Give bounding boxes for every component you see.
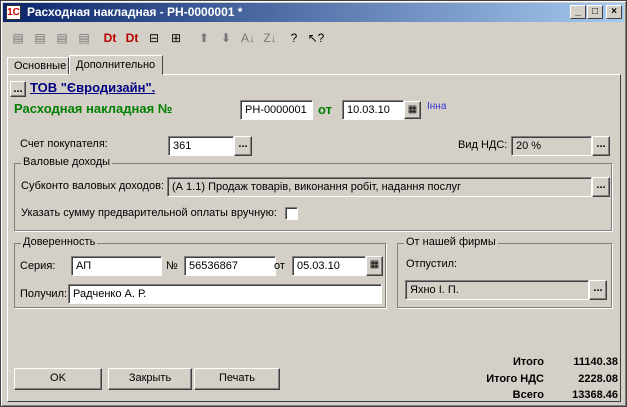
calendar-icon[interactable]: ▦ — [404, 101, 421, 119]
received-label: Получил: — [20, 288, 68, 300]
new-row-icon[interactable]: ▤ — [9, 29, 27, 47]
org-select-button[interactable]: ... — [10, 81, 26, 97]
sum-value: 13368.46 — [572, 389, 618, 401]
attorney-group: Доверенность Серия: АП № 56536867 от 05.… — [14, 236, 386, 308]
sum-label: Всего — [512, 389, 544, 401]
tab-main[interactable]: Основные — [7, 57, 69, 75]
prepay-label: Указать сумму предварительной оплаты вру… — [21, 207, 277, 219]
delete-row-icon[interactable]: ▤ — [53, 29, 71, 47]
sort-asc-icon[interactable]: A↓ — [239, 29, 257, 47]
attorney-date-label: от — [274, 260, 285, 272]
move-down-icon[interactable]: ⬇ — [217, 29, 235, 47]
document-title: Расходная накладная № — [14, 101, 173, 116]
account-label: Счет покупателя: — [20, 138, 108, 150]
released-field[interactable]: Яхно І. П. — [405, 280, 589, 300]
edit-row-icon[interactable]: ▤ — [75, 29, 93, 47]
gross-income-title: Валовые доходы — [21, 156, 113, 168]
vat-total-label: Итого НДС — [486, 373, 544, 385]
subconto-field[interactable]: (А 1.1) Продаж товарів, виконання робіт,… — [167, 177, 592, 197]
maximize-button[interactable]: □ — [587, 5, 603, 19]
split-icon[interactable]: ⊞ — [167, 29, 185, 47]
subconto-select-button[interactable]: ... — [592, 177, 610, 197]
ok-button[interactable]: OK — [14, 368, 102, 390]
account-field[interactable]: 361 — [168, 136, 234, 156]
attorney-calendar-icon[interactable]: ▦ — [366, 256, 383, 276]
from-company-group: От нашей фирмы Отпустил: Яхно І. П. ... — [397, 236, 612, 308]
tab-extra[interactable]: Дополнительно — [69, 55, 163, 75]
account-select-button[interactable]: ... — [234, 136, 252, 156]
move-up-icon[interactable]: ⬆ — [195, 29, 213, 47]
number-label: № — [166, 260, 178, 272]
released-label: Отпустил: — [406, 258, 458, 270]
window-title: Расходная накладная - РН-0000001 * — [27, 5, 243, 19]
tab-panel: ... ТОВ "Євродизайн". Расходная накладна… — [7, 74, 621, 402]
doc-date-field[interactable]: 10.03.10 — [342, 100, 404, 120]
organization-link[interactable]: ТОВ "Євродизайн". — [30, 80, 155, 95]
title-bar[interactable]: 1С Расходная накладная - РН-0000001 * _ … — [3, 3, 624, 22]
copy-row-icon[interactable]: ▤ — [31, 29, 49, 47]
from-company-title: От нашей фирмы — [404, 236, 498, 248]
author-label: Інна — [427, 101, 447, 112]
series-label: Серия: — [20, 260, 56, 272]
vat-label: Вид НДС: — [458, 139, 508, 151]
sort-desc-icon[interactable]: Z↓ — [261, 29, 279, 47]
gross-income-group: Валовые доходы Субконто валовых доходов:… — [14, 156, 612, 231]
close-window-button[interactable]: × — [606, 5, 622, 19]
dt-kt-movements-icon[interactable]: Dt — [123, 29, 141, 47]
vat-select-button[interactable]: ... — [592, 136, 610, 156]
print-button[interactable]: Печать — [194, 368, 280, 390]
context-help-icon[interactable]: ↖? — [307, 29, 325, 47]
series-field[interactable]: АП — [71, 256, 162, 276]
attorney-date-field[interactable]: 05.03.10 — [292, 256, 366, 276]
attorney-title: Доверенность — [21, 236, 98, 248]
minimize-button[interactable]: _ — [570, 5, 586, 19]
received-field[interactable]: Радченко А. Р. — [68, 284, 382, 304]
document-window: 1С Расходная накладная - РН-0000001 * _ … — [0, 0, 627, 407]
register-icon[interactable]: ⊟ — [145, 29, 163, 47]
vat-total-value: 2228.08 — [578, 373, 618, 385]
app-icon: 1С — [6, 5, 21, 20]
dt-kt-icon[interactable]: Dt — [101, 29, 119, 47]
subconto-label: Субконто валовых доходов: — [21, 180, 164, 192]
help-icon[interactable]: ? — [285, 29, 303, 47]
prepay-checkbox[interactable] — [285, 207, 298, 220]
date-label: от — [318, 102, 332, 117]
attorney-number-field[interactable]: 56536867 — [184, 256, 276, 276]
close-button[interactable]: Закрыть — [108, 368, 192, 390]
vat-field[interactable]: 20 % — [511, 136, 592, 156]
toolbar: ▤ ▤ ▤ ▤ Dt Dt ⊟ ⊞ ⬆ ⬇ A↓ Z↓? ↖? — [5, 27, 625, 49]
doc-number-field[interactable]: РН-0000001 — [240, 100, 313, 120]
released-select-button[interactable]: ... — [589, 280, 607, 300]
total-value: 11140.38 — [573, 356, 618, 368]
total-label: Итого — [512, 356, 544, 368]
